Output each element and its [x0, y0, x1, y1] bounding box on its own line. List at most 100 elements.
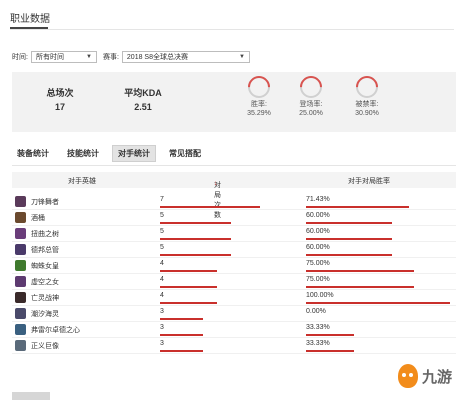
hero-avatar-icon: [15, 276, 26, 287]
page-title-tab[interactable]: 职业数据: [10, 10, 50, 25]
table-row[interactable]: 蜘蛛女皇 4 75.00%: [12, 258, 456, 274]
games-count: 5: [160, 244, 164, 251]
win-rate-value: 100.00%: [306, 292, 334, 299]
games-count: 3: [160, 340, 164, 347]
total-games-label: 总场次: [46, 88, 74, 98]
event-select[interactable]: 2018 S8全球总决赛 ▼: [121, 51, 250, 63]
avg-kda-label: 平均KDA: [124, 88, 162, 98]
games-count: 7: [160, 196, 164, 203]
table-row[interactable]: 亡灵战神 4 100.00%: [12, 290, 456, 306]
watermark-text: 九游: [422, 368, 453, 386]
pick-rate: 登场率: 25.00%: [290, 100, 332, 118]
win-rate-value: 75.00%: [306, 276, 330, 283]
chevron-down-icon: ▼: [238, 54, 245, 60]
time-filter-label: 时间:: [12, 54, 28, 61]
games-count: 5: [160, 212, 164, 219]
hero-name: 潮汐海灵: [31, 311, 59, 318]
hero-name: 扭曲之树: [31, 231, 59, 238]
win-rate-value: 75.00%: [306, 260, 330, 267]
games-bar: [160, 318, 203, 320]
table-row[interactable]: 虚空之女 4 75.00%: [12, 274, 456, 290]
col-opponent-hero[interactable]: 对手英雄: [68, 176, 96, 186]
time-select-value: 所有时间: [35, 54, 64, 61]
games-count: 3: [160, 308, 164, 315]
games-count: 4: [160, 260, 164, 267]
table-row[interactable]: 德邦总管 5 60.00%: [12, 242, 456, 258]
ban-rate: 被禁率: 30.90%: [346, 100, 388, 118]
games-count: 4: [160, 292, 164, 299]
table-header: 对手英雄 对局次数 ↓ 对手对局胜率: [12, 172, 456, 219]
games-bar: [160, 254, 231, 256]
win-rate: 胜率: 35.29%: [238, 100, 280, 118]
summary-panel: 总场次 17 平均KDA 2.51 胜率: 35.29% 登场率: 25.00%…: [12, 71, 456, 132]
pagination-button[interactable]: [12, 392, 50, 400]
hero-avatar-icon: [15, 228, 26, 239]
table-row[interactable]: 酒桶 5 60.00%: [12, 210, 456, 226]
pick-rate-value: 25.00%: [299, 110, 323, 117]
total-games-stat: 总场次 17: [40, 86, 80, 112]
win-rate-value: 71.43%: [306, 196, 330, 203]
win-rate-bar: [306, 238, 392, 240]
table-row[interactable]: 潮汐海灵 3 0.00%: [12, 306, 456, 322]
ban-rate-ring: [351, 71, 383, 103]
games-count: 4: [160, 276, 164, 283]
avg-kda-value: 2.51: [134, 102, 152, 112]
games-bar: [160, 222, 231, 224]
stats-tabs: 装备统计 技能统计 对手统计 常见搭配: [12, 144, 214, 162]
win-rate-bar: [306, 222, 392, 224]
tab-skills[interactable]: 技能统计: [62, 146, 104, 161]
chevron-down-icon: ▼: [86, 54, 92, 60]
jiuyou-logo-icon: [398, 364, 418, 388]
hero-avatar-icon: [15, 292, 26, 303]
opponent-table-body: 刀锋舞者 7 71.43% 酒桶 5 60.00% 扭曲之树 5 60.00% 德邦总管 5 60.0…: [12, 194, 456, 354]
avg-kda-stat: 平均KDA 2.51: [116, 86, 170, 112]
win-rate-value: 33.33%: [306, 340, 330, 347]
hero-avatar-icon: [15, 340, 26, 351]
table-row[interactable]: 刀锋舞者 7 71.43%: [12, 194, 456, 210]
games-bar: [160, 206, 260, 208]
event-select-value: 2018 S8全球总决赛: [126, 54, 188, 61]
hero-avatar-icon: [15, 308, 26, 319]
win-rate-value: 60.00%: [306, 228, 330, 235]
table-row[interactable]: 扭曲之树 5 60.00%: [12, 226, 456, 242]
pick-rate-label: 登场率:: [299, 101, 323, 108]
ban-rate-value: 30.90%: [355, 110, 379, 117]
hero-name: 正义巨像: [31, 343, 59, 350]
total-games-value: 17: [54, 102, 65, 112]
win-rate-bar: [306, 254, 392, 256]
hero-avatar-icon: [15, 196, 26, 207]
time-select[interactable]: 所有时间 ▼: [30, 51, 97, 63]
tab-combos[interactable]: 常见搭配: [164, 146, 206, 161]
win-rate-bar: [306, 334, 354, 336]
hero-avatar-icon: [15, 260, 26, 271]
games-count: 5: [160, 228, 164, 235]
hero-avatar-icon: [15, 324, 26, 335]
hero-avatar-icon: [15, 244, 26, 255]
divider: [12, 165, 456, 166]
table-row[interactable]: 正义巨像 3 33.33%: [12, 338, 456, 354]
sort-desc-icon: ↓: [214, 180, 218, 187]
tab-opponents[interactable]: 对手统计: [112, 144, 156, 162]
games-bar: [160, 270, 217, 272]
table-row[interactable]: 弗雷尔卓德之心 3 33.33%: [12, 322, 456, 338]
tab-equipment[interactable]: 装备统计: [12, 146, 54, 161]
games-bar: [160, 302, 217, 304]
col-win-rate[interactable]: 对手对局胜率: [348, 176, 390, 186]
win-rate-value: 60.00%: [306, 212, 330, 219]
win-rate-bar: [306, 286, 414, 288]
watermark: 九游: [398, 364, 452, 388]
games-bar: [160, 286, 217, 288]
hero-name: 亡灵战神: [31, 295, 59, 302]
hero-avatar-icon: [15, 212, 26, 223]
hero-name: 刀锋舞者: [31, 199, 59, 206]
win-rate-bar: [306, 270, 414, 272]
win-rate-bar: [306, 350, 354, 352]
divider: [10, 29, 454, 30]
win-rate-value: 33.33%: [306, 324, 330, 331]
games-bar: [160, 350, 203, 352]
hero-name: 酒桶: [31, 215, 45, 222]
win-rate-value: 0.00%: [306, 308, 326, 315]
win-rate-value: 35.29%: [247, 110, 271, 117]
win-rate-bar: [306, 206, 409, 208]
ban-rate-label: 被禁率:: [355, 101, 379, 108]
